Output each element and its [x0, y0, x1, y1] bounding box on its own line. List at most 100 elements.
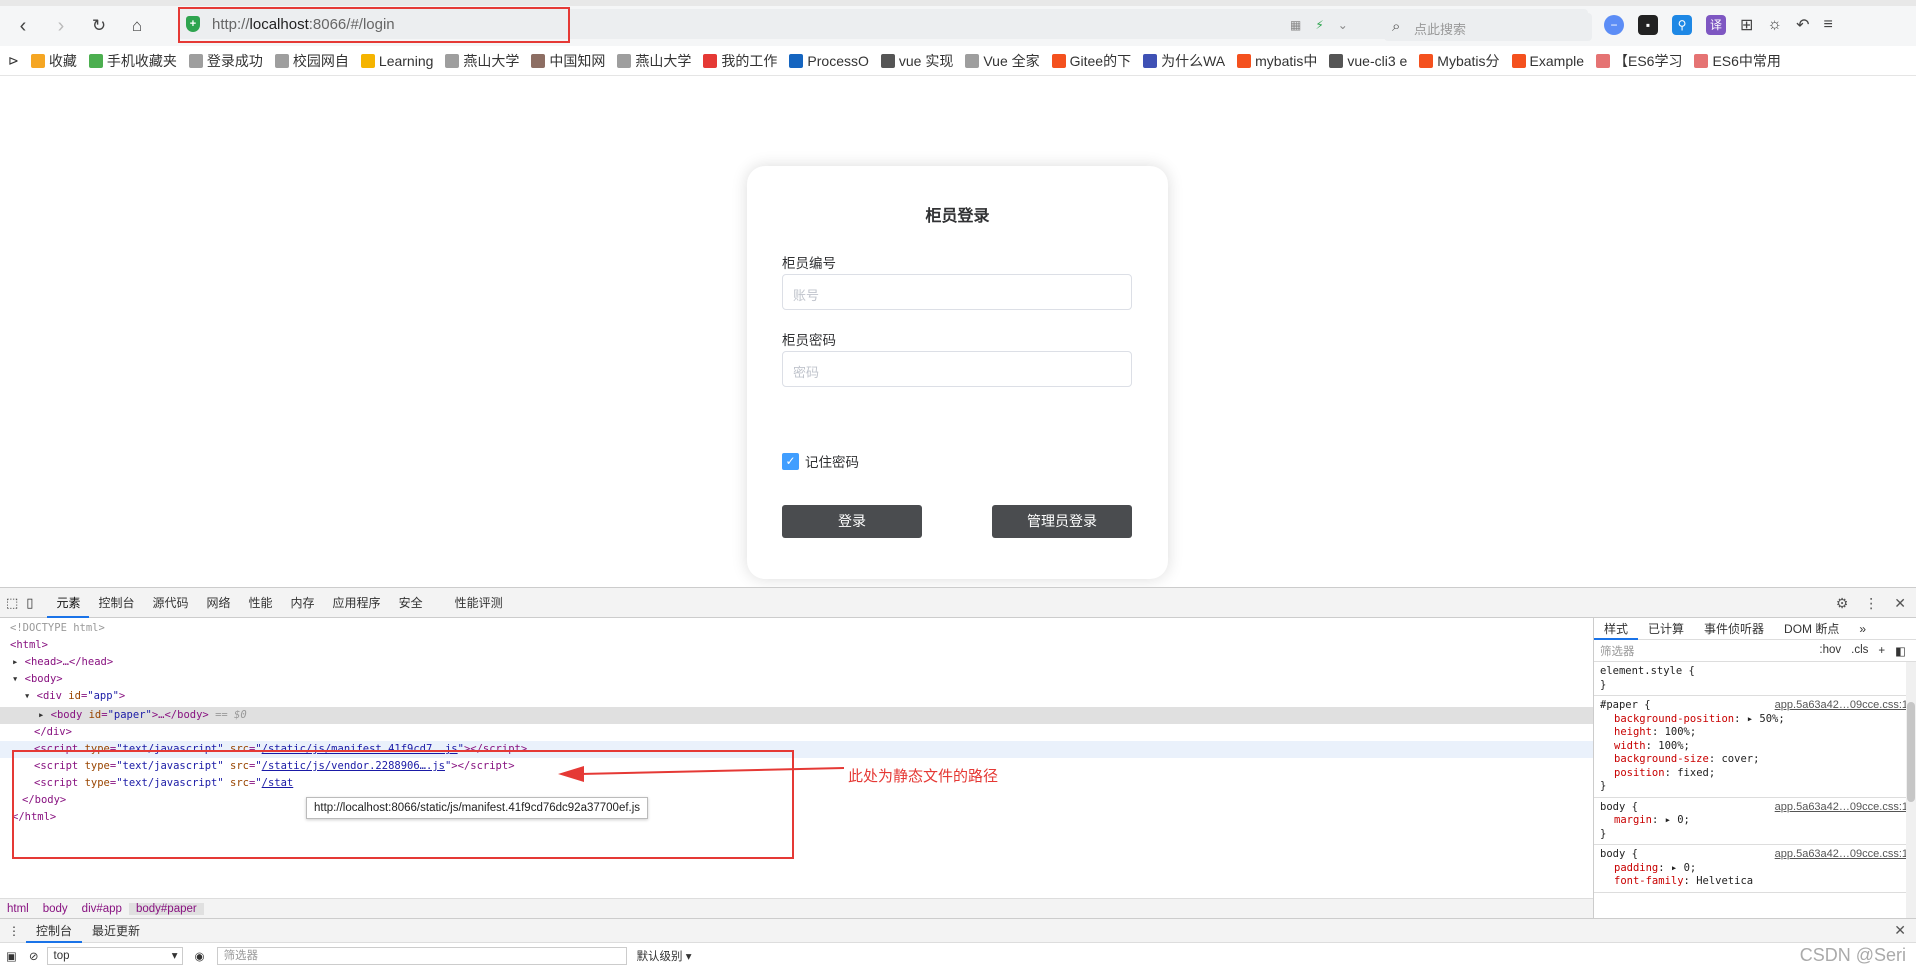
secure-shield-icon[interactable]: + — [186, 16, 200, 32]
bookmark-item[interactable]: 登录成功 — [188, 51, 263, 71]
bookmark-item[interactable]: vue 实现 — [880, 51, 953, 71]
devtools-tab[interactable]: 内存 — [282, 588, 324, 618]
devtools-tab[interactable]: 性能 — [240, 588, 282, 618]
css-property[interactable]: background-position: ▸ 50%; — [1600, 713, 1910, 727]
css-rule[interactable]: body {app.5a63a42…09cce.css:1 margin: ▸ 0… — [1594, 798, 1916, 845]
bookmark-item[interactable]: mybatis中 — [1237, 51, 1317, 71]
bookmark-item[interactable]: ProcessO — [789, 53, 869, 69]
styles-tab[interactable]: 事件侦听器 — [1694, 618, 1774, 640]
password-input[interactable]: 密码 — [782, 351, 1132, 387]
tree-head[interactable]: ▸ <head>…</head> — [12, 654, 113, 671]
devtools-tab[interactable]: 安全 — [390, 588, 432, 618]
more-tabs-icon[interactable]: » — [1849, 618, 1876, 640]
devtools-tab[interactable]: 控制台 — [89, 588, 143, 618]
styles-tab[interactable]: 已计算 — [1638, 618, 1694, 640]
undo-icon[interactable]: ↶ — [1796, 15, 1809, 35]
css-property[interactable]: position: fixed; — [1600, 767, 1910, 781]
qr-code-icon[interactable]: ▦ — [1290, 18, 1301, 32]
clear-console-icon[interactable]: ⊘ — [29, 949, 39, 963]
grid-icon[interactable]: ⊞ — [1740, 15, 1753, 35]
minus-circle-icon[interactable]: − — [1604, 15, 1624, 35]
sidebar-toggle-icon[interactable]: ⊳ — [8, 53, 19, 69]
bookmark-item[interactable]: Example — [1511, 53, 1584, 69]
bookmark-item[interactable]: 手机收藏夹 — [88, 51, 177, 71]
css-source-link[interactable]: app.5a63a42…09cce.css:1 — [1775, 848, 1908, 862]
devtools-tab[interactable]: 应用程序 — [324, 588, 390, 618]
show-sidebar-icon[interactable]: ▣ — [6, 949, 17, 963]
css-property[interactable]: background-size: cover; — [1600, 753, 1910, 767]
home-icon[interactable]: ⌂ — [120, 11, 154, 41]
device-toolbar-icon[interactable]: ▯ — [26, 595, 33, 611]
bookmark-item[interactable]: Learning — [360, 53, 433, 69]
devtools-tab[interactable]: 源代码 — [143, 588, 197, 618]
css-rule[interactable]: #paper {app.5a63a42…09cce.css:1 backgroun… — [1594, 696, 1916, 798]
bookmark-item[interactable]: Gitee的下 — [1051, 51, 1131, 71]
bookmark-item[interactable]: Mybatis分 — [1419, 51, 1500, 71]
tree-div-app[interactable]: ▾ <div id="app"> — [24, 688, 125, 705]
add-rule-icon[interactable]: + — [1878, 644, 1885, 658]
tree-div-close[interactable]: </div> — [34, 724, 72, 741]
bookmark-item[interactable]: 【ES6学习 — [1596, 51, 1682, 71]
cls-toggle[interactable]: .cls — [1851, 644, 1868, 658]
styles-tab[interactable]: 样式 — [1594, 618, 1639, 640]
bookmark-item[interactable]: 校园网自 — [274, 51, 349, 71]
magnifier-extension-icon[interactable]: ⚲ — [1672, 15, 1692, 35]
css-property[interactable]: height: 100%; — [1600, 726, 1910, 740]
drawer-tab[interactable]: 控制台 — [26, 919, 83, 943]
menu-icon[interactable]: ≡ — [1823, 16, 1832, 34]
element-style-rule[interactable]: element.style { } — [1594, 662, 1916, 696]
breadcrumb-item[interactable]: div#app — [75, 903, 129, 915]
drawer-menu-icon[interactable]: ⋮ — [8, 924, 20, 938]
inspect-element-icon[interactable]: ⬚ — [6, 595, 18, 611]
css-property[interactable]: margin: ▸ 0; — [1600, 814, 1910, 828]
forward-icon[interactable]: › — [44, 11, 78, 41]
hov-toggle[interactable]: :hov — [1819, 644, 1841, 658]
breadcrumb-item[interactable]: body#paper — [128, 902, 204, 915]
login-button[interactable]: 登录 — [782, 505, 922, 538]
bookmark-item[interactable]: 燕山大学 — [617, 51, 691, 71]
devtools-tab[interactable]: 网络 — [198, 588, 240, 618]
tree-doctype[interactable]: <!DOCTYPE html> — [10, 620, 105, 637]
reload-icon[interactable]: ↻ — [82, 11, 116, 41]
log-level-select[interactable]: 默认级别 ▾ — [637, 948, 692, 964]
tree-body-paper[interactable]: ▸ <body id="paper">…</body> == $0 — [38, 707, 247, 724]
translate-icon[interactable]: 译 — [1706, 15, 1726, 35]
back-icon[interactable]: ‹ — [6, 11, 40, 41]
css-property[interactable]: padding: ▸ 0; — [1600, 862, 1910, 876]
tree-html-open[interactable]: <html> — [10, 637, 48, 654]
styles-scrollbar[interactable] — [1906, 662, 1916, 918]
extension-dark-icon[interactable]: ▪ — [1638, 15, 1658, 35]
console-filter-input[interactable]: 筛选器 — [216, 947, 627, 965]
more-vertical-icon[interactable]: ⋮ — [1864, 595, 1878, 612]
bookmark-item[interactable]: 为什么WA — [1143, 51, 1225, 71]
remember-password-checkbox[interactable]: ✓ 记住密码 — [782, 451, 859, 471]
breadcrumb-item[interactable]: html — [0, 903, 36, 915]
css-property[interactable]: width: 100%; — [1600, 740, 1910, 754]
css-source-link[interactable]: app.5a63a42…09cce.css:1 — [1775, 801, 1908, 815]
styles-tab[interactable]: DOM 断点 — [1774, 618, 1849, 640]
close-devtools-icon[interactable]: ✕ — [1894, 595, 1906, 612]
css-source-link[interactable]: app.5a63a42…09cce.css:1 — [1775, 699, 1908, 713]
bookmark-item[interactable]: vue-cli3 e — [1329, 53, 1407, 69]
lightning-icon[interactable]: ⚡ — [1315, 18, 1323, 32]
toggle-sidebar-icon[interactable]: ◧ — [1895, 644, 1906, 658]
bookmark-item[interactable]: 中国知网 — [531, 51, 605, 71]
settings-gear-icon[interactable]: ⚙ — [1836, 595, 1849, 612]
close-drawer-icon[interactable]: ✕ — [1894, 922, 1906, 939]
css-rule[interactable]: body {app.5a63a42…09cce.css:1 padding: ▸ … — [1594, 845, 1916, 893]
bookmark-item[interactable]: 收藏 — [30, 51, 77, 71]
devtools-tab[interactable]: 元素 — [47, 588, 90, 618]
bookmark-item[interactable]: ES6中常用 — [1694, 51, 1781, 71]
css-property[interactable]: font-family: Helvetica — [1600, 875, 1910, 889]
search-box[interactable]: ⌕ 点此搜索 — [1384, 13, 1592, 41]
breadcrumb-item[interactable]: body — [36, 903, 75, 915]
account-input[interactable]: 账号 — [782, 274, 1132, 310]
dropdown-chevron-icon[interactable]: ⌄ — [1338, 18, 1348, 32]
devtools-tab[interactable]: 性能评测 — [446, 588, 512, 618]
eye-icon[interactable]: ◉ — [195, 949, 205, 963]
drawer-tab[interactable]: 最近更新 — [82, 919, 150, 943]
styles-filter[interactable]: 筛选器 :hov .cls + ◧ — [1594, 640, 1916, 662]
context-select[interactable]: top — [46, 947, 183, 965]
tree-body-open[interactable]: ▾ <body> — [12, 671, 63, 688]
admin-login-button[interactable]: 管理员登录 — [992, 505, 1132, 538]
